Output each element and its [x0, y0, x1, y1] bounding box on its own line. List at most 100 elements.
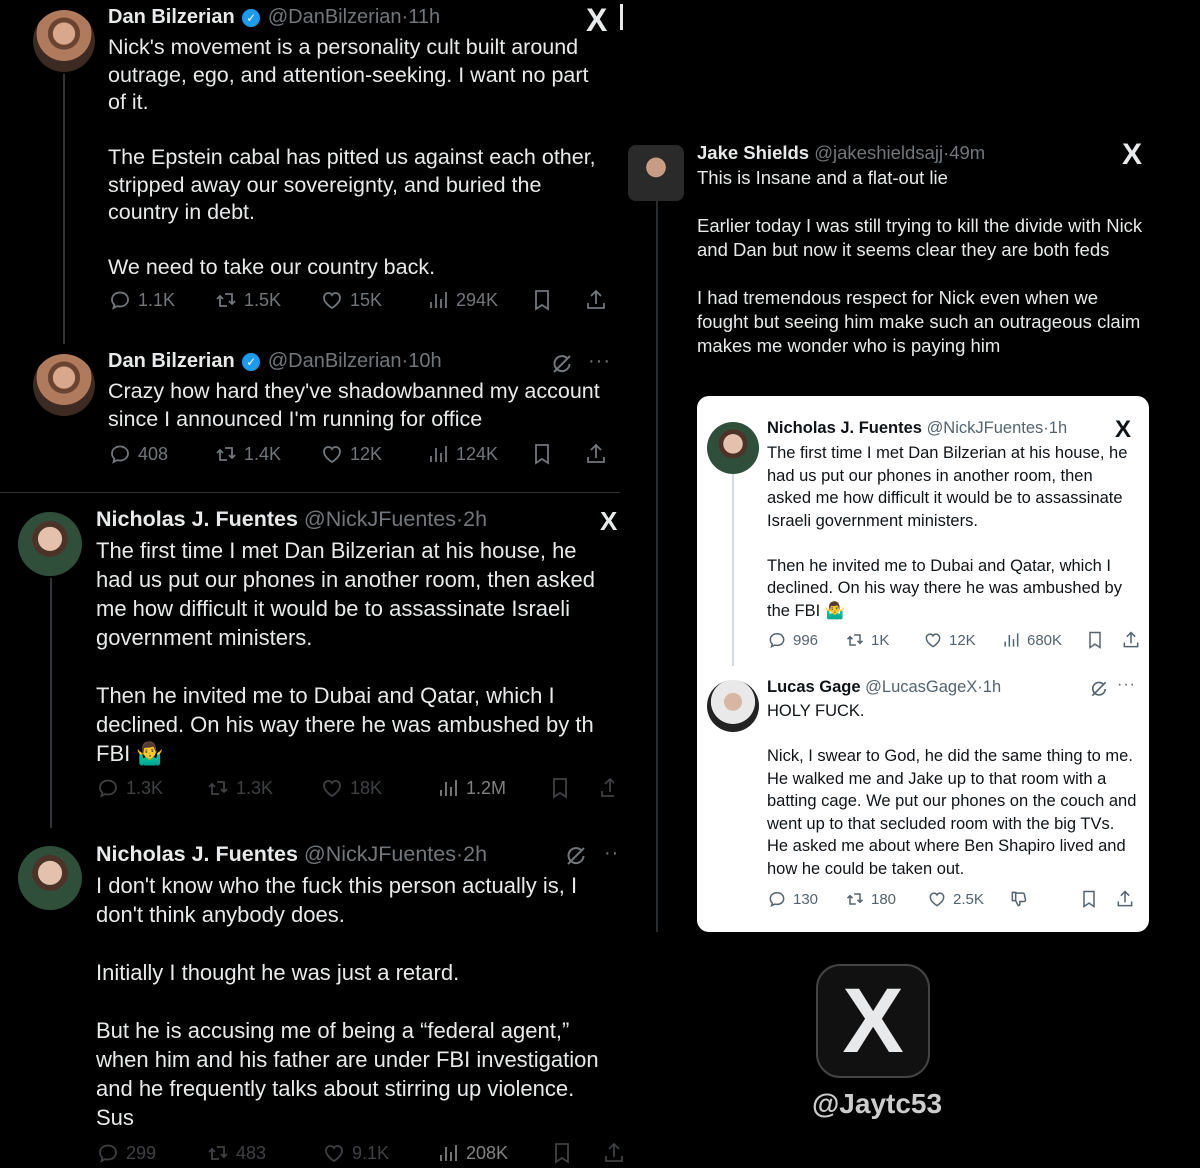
tweet-actions: 130 180 2.5K	[767, 889, 1143, 909]
reply-button[interactable]: 1.3K	[96, 776, 206, 800]
reply-button[interactable]: 996	[767, 630, 845, 650]
grok-icon[interactable]	[1089, 679, 1109, 699]
bookmark-button[interactable]	[530, 442, 584, 466]
repost-button[interactable]: 1K	[845, 630, 923, 650]
views-button[interactable]: 124K	[426, 442, 530, 466]
share-button[interactable]	[584, 288, 608, 312]
bookmark-button[interactable]	[530, 288, 584, 312]
timestamp[interactable]: 49m	[949, 142, 985, 163]
views-icon	[1001, 630, 1021, 650]
like-icon	[923, 630, 943, 650]
grok-icon[interactable]	[564, 844, 588, 868]
like-button[interactable]: 15K	[320, 288, 426, 312]
more-options-button[interactable]: ···	[604, 842, 620, 865]
repost-icon	[214, 288, 238, 312]
repost-count: 483	[236, 1142, 267, 1163]
tweet-text: This is Insane and a flat-out lie Earlie…	[697, 166, 1147, 358]
reply-button[interactable]: 408	[108, 442, 214, 466]
quoted-screenshot-card: Nicholas J. Fuentes @NickJFuentes·1h X T…	[697, 396, 1149, 932]
reply-button[interactable]: 299	[96, 1141, 206, 1165]
tweet-text: I don't know who the fuck this person ac…	[96, 871, 618, 1132]
like-count: 12K	[350, 443, 383, 464]
verified-badge-icon: ✓	[242, 353, 261, 371]
views-icon	[436, 776, 460, 800]
views-button[interactable]: 294K	[426, 288, 530, 312]
author-name[interactable]: Dan Bilzerian	[108, 350, 235, 372]
share-button[interactable]	[1121, 630, 1141, 650]
author-name[interactable]: Nicholas J. Fuentes	[767, 419, 922, 437]
author-name[interactable]: Nicholas J. Fuentes	[96, 507, 298, 531]
author-handle[interactable]: @LucasGageX	[865, 678, 977, 696]
bookmark-button[interactable]	[1085, 630, 1121, 650]
author-handle[interactable]: @DanBilzerian	[268, 350, 402, 372]
author-handle[interactable]: @jakeshieldsajj	[814, 142, 943, 163]
reply-icon	[767, 889, 787, 909]
repost-icon	[206, 1141, 230, 1165]
timestamp[interactable]: 11h	[408, 6, 440, 28]
like-icon	[320, 288, 344, 312]
author-handle[interactable]: @DanBilzerian	[268, 6, 402, 28]
tweet-paragraph: Then he invited me to Dubai and Qatar, w…	[96, 683, 594, 766]
tweet-paragraph: HOLY FUCK.	[767, 702, 865, 720]
timestamp[interactable]: 2h	[463, 842, 487, 866]
share-button[interactable]	[1115, 889, 1135, 909]
like-button[interactable]: 9.1K	[322, 1141, 436, 1165]
view-count: 1.2M	[466, 777, 507, 798]
bookmark-icon	[1079, 889, 1099, 909]
author-handle[interactable]: @NickJFuentes	[927, 419, 1044, 437]
avatar[interactable]	[33, 10, 95, 72]
timestamp[interactable]: 10h	[408, 350, 441, 372]
timestamp[interactable]: 1h	[1049, 419, 1067, 437]
repost-count: 180	[871, 890, 897, 908]
repost-button[interactable]: 1.5K	[214, 288, 320, 312]
share-button[interactable]	[584, 442, 608, 466]
share-button[interactable]	[602, 1141, 626, 1165]
tweet-paragraph: Then he invited me to Dubai and Qatar, w…	[767, 556, 1122, 620]
like-button[interactable]: 18K	[320, 776, 436, 800]
avatar[interactable]	[707, 422, 759, 474]
thread-line	[50, 578, 52, 828]
avatar[interactable]	[18, 846, 82, 910]
avatar[interactable]	[33, 354, 95, 416]
share-button[interactable]	[598, 776, 614, 800]
verified-badge-icon: ✓	[242, 9, 261, 27]
like-button[interactable]: 12K	[923, 630, 1001, 650]
repost-button[interactable]: 1.3K	[206, 776, 320, 800]
avatar[interactable]	[628, 145, 684, 201]
tweet-paragraph: I don't know who the fuck this person ac…	[96, 873, 578, 927]
bookmark-button[interactable]	[548, 776, 598, 800]
like-count: 18K	[350, 777, 383, 798]
views-button[interactable]: 1.2M	[436, 776, 548, 800]
avatar[interactable]	[707, 680, 759, 732]
views-button[interactable]: 208K	[436, 1141, 550, 1165]
tweet-actions: 408 1.4K 12K 124K	[108, 442, 618, 466]
repost-button[interactable]: 180	[845, 889, 927, 909]
bookmark-button[interactable]	[550, 1141, 602, 1165]
more-options-button[interactable]: ···	[588, 350, 611, 373]
like-button[interactable]: 12K	[320, 442, 426, 466]
like-button[interactable]: 2.5K	[927, 889, 1009, 909]
avatar[interactable]	[18, 512, 82, 576]
author-name[interactable]: Lucas Gage	[767, 678, 861, 696]
reply-count: 130	[793, 890, 819, 908]
grok-icon[interactable]	[550, 352, 574, 376]
author-name[interactable]: Dan Bilzerian	[108, 6, 235, 28]
reply-icon	[96, 1141, 120, 1165]
bookmark-button[interactable]	[1079, 889, 1115, 909]
author-name[interactable]: Jake Shields	[697, 142, 809, 163]
repost-button[interactable]: 483	[206, 1141, 322, 1165]
more-options-button[interactable]: ···	[1117, 676, 1136, 694]
timestamp[interactable]: 2h	[463, 507, 487, 531]
views-button[interactable]: 680K	[1001, 630, 1085, 650]
author-name[interactable]: Nicholas J. Fuentes	[96, 842, 298, 866]
bookmark-icon	[548, 776, 572, 800]
reply-button[interactable]: 1.1K	[108, 288, 214, 312]
repost-button[interactable]: 1.4K	[214, 442, 320, 466]
author-handle[interactable]: @NickJFuentes	[304, 842, 456, 866]
timestamp[interactable]: 1h	[983, 678, 1001, 696]
author-handle[interactable]: @NickJFuentes	[304, 507, 456, 531]
dislike-button[interactable]	[1009, 889, 1079, 909]
reply-button[interactable]: 130	[767, 889, 845, 909]
share-icon	[602, 1141, 626, 1165]
repost-icon	[214, 442, 238, 466]
